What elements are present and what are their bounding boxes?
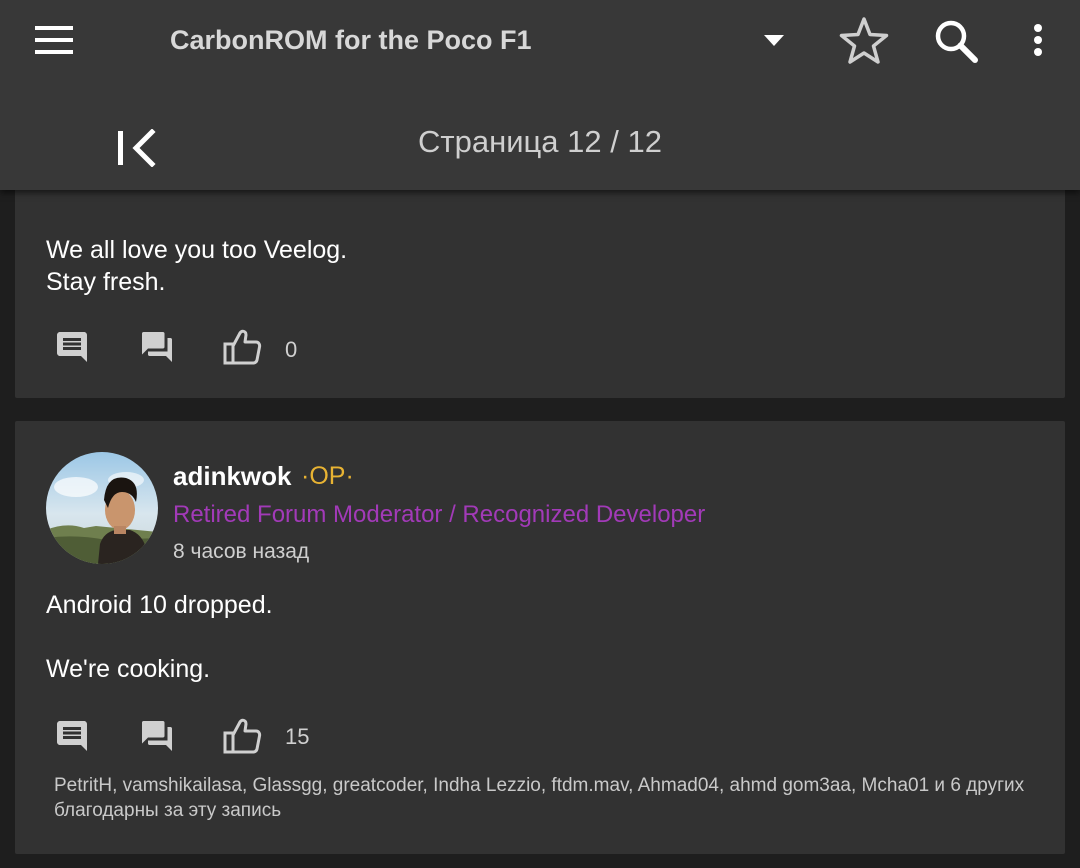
like-count: 0	[285, 337, 298, 362]
post-timestamp: 8 часов назад	[173, 540, 310, 563]
thumbs-up-icon[interactable]	[220, 714, 264, 758]
post-text-line: We all love you too Veelog.	[46, 236, 348, 264]
op-badge: ·OP·	[301, 462, 354, 490]
quote-icon[interactable]	[136, 715, 178, 757]
thread-title[interactable]: CarbonROM for the Poco F1	[170, 22, 532, 58]
thanks-list[interactable]: PetritH, vamshikailasa, Glassgg, greatco…	[54, 773, 1044, 823]
post-text-line: Stay fresh.	[46, 268, 166, 296]
avatar[interactable]	[46, 452, 158, 564]
more-vert-icon[interactable]	[1018, 14, 1058, 66]
reply-icon[interactable]	[51, 715, 93, 757]
dropdown-arrow-icon[interactable]	[752, 20, 796, 60]
thumbs-up-icon[interactable]	[220, 325, 264, 369]
app-bar: CarbonROM for the Poco F1 Страница 12 / …	[0, 0, 1080, 190]
post-text-line: Android 10 dropped.	[46, 591, 273, 619]
reply-icon[interactable]	[51, 326, 93, 368]
post-card: adinkwok ·OP· Retired Forum Moderator / …	[15, 421, 1065, 854]
post-author[interactable]: adinkwok	[173, 459, 291, 493]
author-role: Retired Forum Moderator / Recognized Dev…	[173, 501, 706, 528]
menu-icon[interactable]	[22, 14, 86, 66]
page-indicator[interactable]: Страница 12 / 12	[340, 122, 740, 162]
first-page-icon[interactable]	[104, 118, 168, 178]
like-count[interactable]: 15	[285, 723, 309, 751]
search-icon[interactable]	[926, 12, 986, 70]
post-card: We all love you too Veelog. Stay fresh. …	[15, 180, 1065, 398]
star-outline-icon[interactable]	[832, 10, 896, 70]
quote-icon[interactable]	[136, 326, 178, 368]
post-text-line: We're cooking.	[46, 655, 211, 683]
